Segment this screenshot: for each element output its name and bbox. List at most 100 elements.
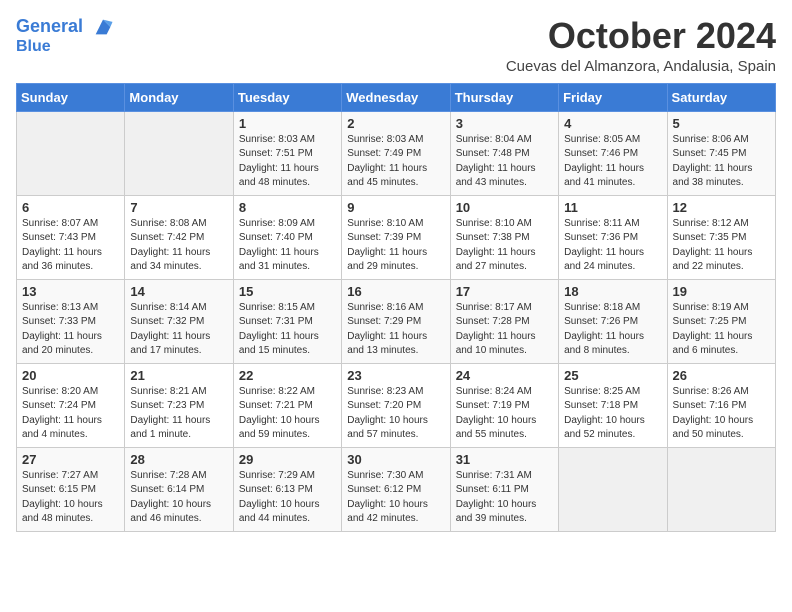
calendar-cell: 25Sunrise: 8:25 AMSunset: 7:18 PMDayligh… [559,363,667,447]
calendar-cell: 24 Sunrise: 8:24 AMSunset: 7:19 PMDayligh… [450,363,558,447]
day-number: 28 [130,452,227,467]
calendar-cell: 16Sunrise: 8:16 AMSunset: 7:29 PMDayligh… [342,279,450,363]
weekday-header-thursday: Thursday [450,83,558,111]
cell-content: Sunrise: 8:21 AMSunset: 7:23 PMDaylight:… [130,385,227,443]
calendar-week-5: 27 Sunrise: 7:27 AMSunset: 6:15 PMDayligh… [17,447,776,531]
cell-content: Sunrise: 8:25 AMSunset: 7:18 PMDaylight:… [564,385,661,443]
calendar-week-4: 20 Sunrise: 8:20 AMSunset: 7:24 PMDayligh… [17,363,776,447]
calendar-cell: 1Sunrise: 8:03 AMSunset: 7:51 PMDaylight… [233,111,341,195]
logo: General Blue [16,16,114,56]
day-number: 10 [456,200,553,215]
calendar-cell: 13Sunrise: 8:13 AMSunset: 7:33 PMDayligh… [17,279,125,363]
day-number: 18 [564,284,661,299]
day-number: 8 [239,200,336,215]
day-number: 12 [673,200,770,215]
calendar-cell: 27 Sunrise: 7:27 AMSunset: 6:15 PMDayligh… [17,447,125,531]
day-number: 15 [239,284,336,299]
weekday-header-monday: Monday [125,83,233,111]
cell-content: Sunrise: 8:11 AMSunset: 7:36 PMDaylight:… [564,217,661,275]
calendar-cell [667,447,775,531]
calendar-cell: 12 Sunrise: 8:12 AMSunset: 7:35 PMDayligh… [667,195,775,279]
cell-content: Sunrise: 8:06 AMSunset: 7:45 PMDaylight:… [673,133,770,191]
calendar-cell [559,447,667,531]
calendar-cell: 9 Sunrise: 8:10 AMSunset: 7:39 PMDaylight… [342,195,450,279]
calendar-cell: 28 Sunrise: 7:28 AMSunset: 6:14 PMDayligh… [125,447,233,531]
weekday-header-row: SundayMondayTuesdayWednesdayThursdayFrid… [17,83,776,111]
day-number: 14 [130,284,227,299]
calendar-cell: 7Sunrise: 8:08 AMSunset: 7:42 PMDaylight… [125,195,233,279]
calendar-cell: 23 Sunrise: 8:23 AMSunset: 7:20 PMDayligh… [342,363,450,447]
calendar-cell: 26Sunrise: 8:26 AMSunset: 7:16 PMDayligh… [667,363,775,447]
page-header: General Blue October 2024 Cuevas del Alm… [16,16,776,75]
day-number: 2 [347,116,444,131]
calendar-cell: 20 Sunrise: 8:20 AMSunset: 7:24 PMDayligh… [17,363,125,447]
day-number: 3 [456,116,553,131]
calendar-cell: 22Sunrise: 8:22 AMSunset: 7:21 PMDayligh… [233,363,341,447]
day-number: 31 [456,452,553,467]
title-block: October 2024 Cuevas del Almanzora, Andal… [506,16,776,75]
calendar-cell: 21 Sunrise: 8:21 AMSunset: 7:23 PMDayligh… [125,363,233,447]
cell-content: Sunrise: 8:03 AMSunset: 7:49 PMDaylight:… [347,133,444,191]
month-title: October 2024 [506,16,776,56]
day-number: 20 [22,368,119,383]
cell-content: Sunrise: 8:04 AMSunset: 7:48 PMDaylight:… [456,133,553,191]
weekday-header-sunday: Sunday [17,83,125,111]
cell-content: Sunrise: 8:10 AMSunset: 7:38 PMDaylight:… [456,217,553,275]
day-number: 30 [347,452,444,467]
cell-content: Sunrise: 8:09 AMSunset: 7:40 PMDaylight:… [239,217,336,275]
calendar-cell: 29 Sunrise: 7:29 AMSunset: 6:13 PMDayligh… [233,447,341,531]
calendar-cell: 17Sunrise: 8:17 AMSunset: 7:28 PMDayligh… [450,279,558,363]
logo-icon [92,16,114,38]
cell-content: Sunrise: 8:08 AMSunset: 7:42 PMDaylight:… [130,217,227,275]
calendar-cell: 18Sunrise: 8:18 AMSunset: 7:26 PMDayligh… [559,279,667,363]
calendar-cell: 19 Sunrise: 8:19 AMSunset: 7:25 PMDayligh… [667,279,775,363]
cell-content: Sunrise: 8:19 AMSunset: 7:25 PMDaylight:… [673,301,770,359]
calendar-cell: 31 Sunrise: 7:31 AMSunset: 6:11 PMDayligh… [450,447,558,531]
calendar-cell: 30 Sunrise: 7:30 AMSunset: 6:12 PMDayligh… [342,447,450,531]
day-number: 11 [564,200,661,215]
calendar-week-1: 1Sunrise: 8:03 AMSunset: 7:51 PMDaylight… [17,111,776,195]
calendar-week-2: 6Sunrise: 8:07 AMSunset: 7:43 PMDaylight… [17,195,776,279]
day-number: 24 [456,368,553,383]
calendar-table: SundayMondayTuesdayWednesdayThursdayFrid… [16,83,776,532]
calendar-cell: 11 Sunrise: 8:11 AMSunset: 7:36 PMDayligh… [559,195,667,279]
cell-content: Sunrise: 7:28 AMSunset: 6:14 PMDaylight:… [130,469,227,527]
cell-content: Sunrise: 8:24 AMSunset: 7:19 PMDaylight:… [456,385,553,443]
logo-blue-text: Blue [16,38,114,56]
cell-content: Sunrise: 7:31 AMSunset: 6:11 PMDaylight:… [456,469,553,527]
cell-content: Sunrise: 8:16 AMSunset: 7:29 PMDaylight:… [347,301,444,359]
day-number: 4 [564,116,661,131]
day-number: 23 [347,368,444,383]
calendar-cell: 3 Sunrise: 8:04 AMSunset: 7:48 PMDaylight… [450,111,558,195]
cell-content: Sunrise: 8:23 AMSunset: 7:20 PMDaylight:… [347,385,444,443]
calendar-cell: 14 Sunrise: 8:14 AMSunset: 7:32 PMDayligh… [125,279,233,363]
cell-content: Sunrise: 7:29 AMSunset: 6:13 PMDaylight:… [239,469,336,527]
cell-content: Sunrise: 8:14 AMSunset: 7:32 PMDaylight:… [130,301,227,359]
cell-content: Sunrise: 8:12 AMSunset: 7:35 PMDaylight:… [673,217,770,275]
day-number: 5 [673,116,770,131]
cell-content: Sunrise: 8:05 AMSunset: 7:46 PMDaylight:… [564,133,661,191]
cell-content: Sunrise: 8:10 AMSunset: 7:39 PMDaylight:… [347,217,444,275]
calendar-cell [125,111,233,195]
cell-content: Sunrise: 7:30 AMSunset: 6:12 PMDaylight:… [347,469,444,527]
weekday-header-wednesday: Wednesday [342,83,450,111]
cell-content: Sunrise: 8:20 AMSunset: 7:24 PMDaylight:… [22,385,119,443]
day-number: 13 [22,284,119,299]
day-number: 9 [347,200,444,215]
calendar-cell [17,111,125,195]
calendar-cell: 8 Sunrise: 8:09 AMSunset: 7:40 PMDaylight… [233,195,341,279]
day-number: 17 [456,284,553,299]
day-number: 1 [239,116,336,131]
day-number: 26 [673,368,770,383]
calendar-cell: 6Sunrise: 8:07 AMSunset: 7:43 PMDaylight… [17,195,125,279]
logo-text: General [16,16,114,38]
day-number: 19 [673,284,770,299]
calendar-week-3: 13Sunrise: 8:13 AMSunset: 7:33 PMDayligh… [17,279,776,363]
weekday-header-saturday: Saturday [667,83,775,111]
day-number: 29 [239,452,336,467]
day-number: 21 [130,368,227,383]
day-number: 27 [22,452,119,467]
calendar-cell: 5 Sunrise: 8:06 AMSunset: 7:45 PMDaylight… [667,111,775,195]
cell-content: Sunrise: 7:27 AMSunset: 6:15 PMDaylight:… [22,469,119,527]
cell-content: Sunrise: 8:07 AMSunset: 7:43 PMDaylight:… [22,217,119,275]
